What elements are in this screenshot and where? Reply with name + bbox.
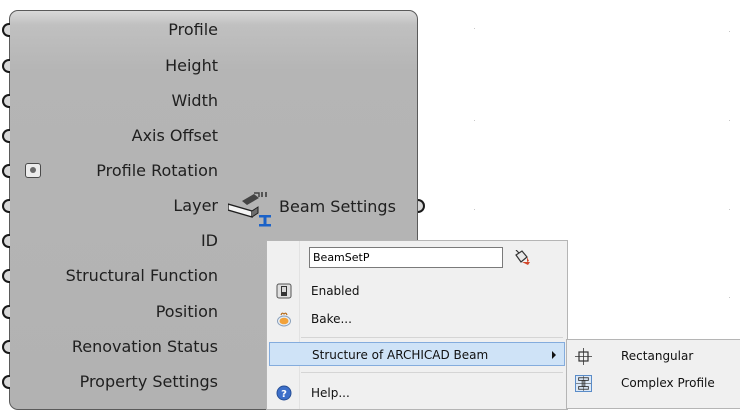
input-port-structural-function[interactable] bbox=[2, 269, 10, 283]
param-label-id: ID bbox=[200, 231, 218, 250]
input-port-renovation-status[interactable] bbox=[2, 340, 10, 354]
input-port-profile-rotation[interactable] bbox=[2, 164, 10, 178]
submenu-item-label: Complex Profile bbox=[621, 376, 715, 390]
input-port-height[interactable] bbox=[2, 59, 10, 73]
input-port-width[interactable] bbox=[2, 94, 10, 108]
canvas-grid-dot bbox=[729, 209, 730, 210]
svg-text:?: ? bbox=[281, 389, 287, 400]
submenu-item-label: Rectangular bbox=[621, 349, 694, 363]
menu-item-bake[interactable]: Bake... bbox=[269, 307, 565, 331]
param-label-width: Width bbox=[171, 91, 218, 110]
param-label-profile: Profile bbox=[168, 20, 218, 39]
menu-item-label: Structure of ARCHICAD Beam bbox=[312, 348, 489, 362]
checkbox-icon bbox=[276, 283, 292, 299]
canvas-grid-dot bbox=[729, 297, 730, 298]
param-label-layer: Layer bbox=[173, 196, 218, 215]
input-port-property-settings[interactable] bbox=[2, 375, 10, 389]
menu-separator bbox=[301, 337, 563, 338]
canvas-grid-dot bbox=[474, 209, 475, 210]
canvas-grid-dot bbox=[474, 120, 475, 121]
beam-settings-icon bbox=[228, 192, 271, 227]
param-label-axis-offset: Axis Offset bbox=[131, 126, 218, 145]
rectangular-profile-icon bbox=[575, 348, 592, 365]
menu-item-structure[interactable]: Structure of ARCHICAD Beam bbox=[269, 342, 565, 366]
menu-item-enabled[interactable]: Enabled bbox=[269, 279, 565, 303]
input-port-layer[interactable] bbox=[2, 199, 10, 213]
structure-submenu: Rectangular Complex Profile bbox=[566, 339, 740, 409]
context-menu: Enabled Bake... Structure of ARCHICAD Be… bbox=[266, 240, 568, 410]
input-port-id[interactable] bbox=[2, 234, 10, 248]
param-label-property-settings: Property Settings bbox=[79, 372, 218, 391]
canvas-grid-dot bbox=[729, 31, 730, 32]
param-label-profile-rotation: Profile Rotation bbox=[96, 161, 218, 180]
paint-bucket-icon[interactable] bbox=[513, 250, 531, 266]
menu-item-label: Enabled bbox=[311, 284, 360, 298]
rotation-toggle-icon[interactable] bbox=[25, 163, 41, 178]
menu-item-label: Bake... bbox=[311, 312, 352, 326]
menu-separator bbox=[301, 372, 563, 373]
submenu-item-rectangular[interactable]: Rectangular bbox=[569, 344, 739, 369]
complex-profile-icon bbox=[575, 375, 592, 392]
output-port[interactable] bbox=[418, 199, 425, 213]
component-name-input[interactable] bbox=[309, 247, 503, 268]
menu-item-help[interactable]: ? Help... bbox=[269, 381, 565, 405]
component-name: Beam Settings bbox=[279, 197, 396, 216]
input-port-profile[interactable] bbox=[2, 23, 10, 37]
canvas-grid-dot bbox=[729, 120, 730, 121]
submenu-item-complex-profile[interactable]: Complex Profile bbox=[569, 371, 739, 396]
param-label-position: Position bbox=[155, 302, 218, 321]
param-label-structural-function: Structural Function bbox=[65, 266, 218, 285]
submenu-arrow-icon bbox=[552, 351, 556, 359]
bake-icon bbox=[277, 312, 291, 327]
input-port-position[interactable] bbox=[2, 305, 10, 319]
input-port-axis-offset[interactable] bbox=[2, 129, 10, 143]
canvas-grid-dot bbox=[474, 28, 475, 29]
param-label-renovation-status: Renovation Status bbox=[71, 337, 218, 356]
menu-item-label: Help... bbox=[311, 386, 350, 400]
help-icon: ? bbox=[276, 385, 292, 401]
param-label-height: Height bbox=[165, 56, 218, 75]
